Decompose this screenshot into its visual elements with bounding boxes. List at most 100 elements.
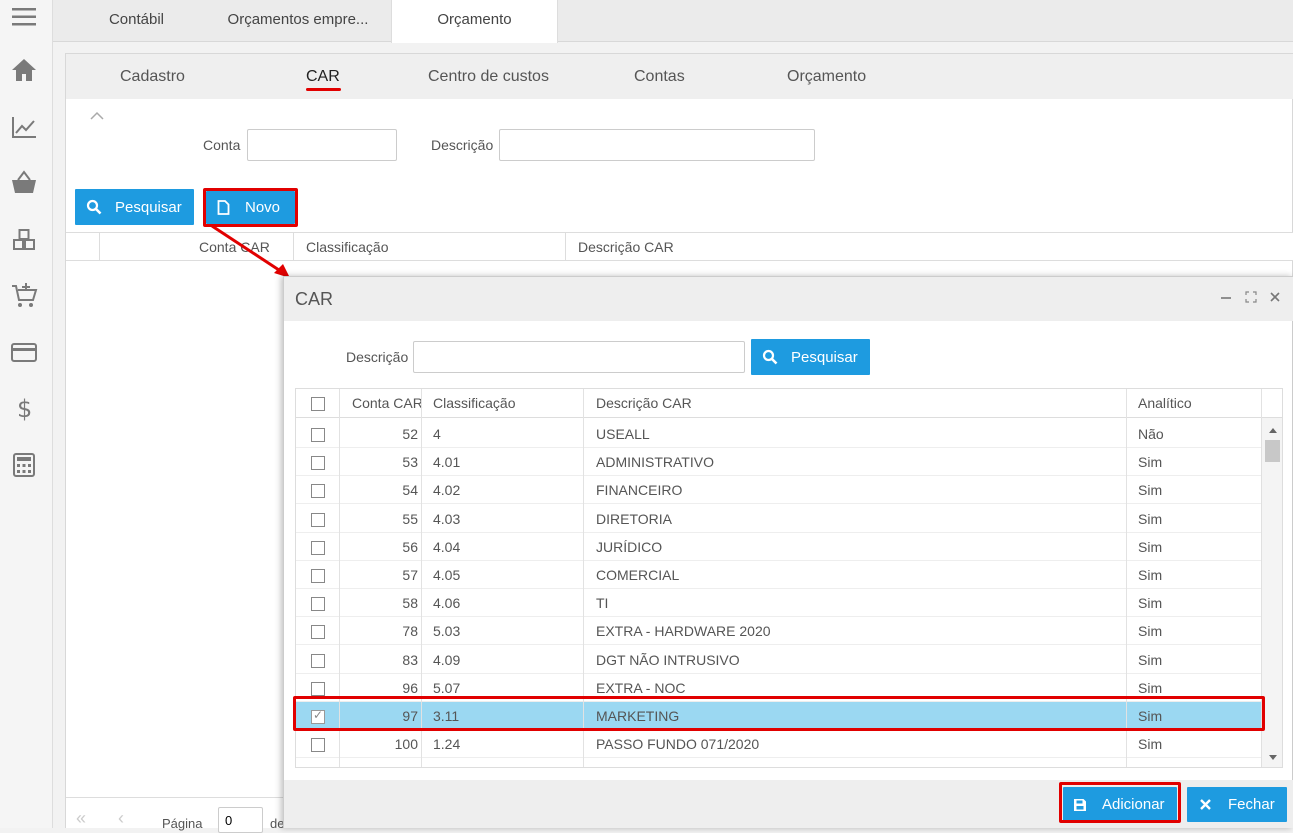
table-row[interactable]: 52 4 USEALL Não: [296, 420, 1261, 448]
dialog-descricao-input[interactable]: [413, 341, 745, 373]
cell-classificacao: 4: [433, 426, 441, 442]
cell-conta-car: 58: [402, 595, 418, 612]
page-input[interactable]: [218, 807, 263, 833]
cell-classificacao: 5.07: [433, 679, 461, 696]
basket-icon[interactable]: [9, 168, 39, 198]
scroll-up-icon[interactable]: [1268, 426, 1278, 434]
col-header-analitico[interactable]: Analítico: [1138, 395, 1192, 411]
boxes-icon[interactable]: [9, 225, 39, 255]
left-rail: $: [0, 0, 53, 828]
row-checkbox[interactable]: [311, 625, 325, 640]
credit-card-icon[interactable]: [9, 337, 39, 367]
table-row[interactable]: 57 4.05 COMERCIAL Sim: [296, 561, 1261, 589]
cell-descricao-car: USEALL: [596, 426, 650, 442]
subtab-contas[interactable]: Contas: [634, 68, 685, 86]
cell-conta-car: 83: [402, 651, 418, 668]
close-button[interactable]: Fechar: [1187, 787, 1287, 822]
cell-descricao-car: DGT NÃO INTRUSIVO: [596, 651, 740, 668]
dialog-search-button[interactable]: Pesquisar: [751, 339, 870, 375]
cell-analitico: Sim: [1138, 454, 1163, 471]
col-header-descricao-car[interactable]: Descrição CAR: [578, 239, 674, 255]
col-header-classificacao[interactable]: Classificação: [433, 395, 515, 411]
cell-conta-car: 53: [402, 454, 418, 471]
select-all-checkbox[interactable]: [311, 397, 325, 411]
row-checkbox[interactable]: [311, 540, 325, 555]
menu-icon[interactable]: [9, 2, 39, 32]
cell-classificacao: 4.02: [433, 482, 461, 499]
minimize-icon[interactable]: [1220, 290, 1232, 304]
grid-divider: [99, 233, 100, 261]
col-header-descricao-car[interactable]: Descrição CAR: [596, 395, 692, 411]
maximize-icon[interactable]: [1245, 290, 1257, 304]
conta-input[interactable]: [247, 129, 397, 161]
table-row[interactable]: 56 4.04 JURÍDICO Sim: [296, 533, 1261, 561]
tab-orcamento[interactable]: Orçamento: [391, 0, 558, 43]
col-header-classificacao[interactable]: Classificação: [306, 239, 388, 255]
row-checkbox[interactable]: [311, 569, 325, 583]
cell-descricao-car: ADMINISTRATIVO: [596, 454, 714, 471]
cell-classificacao: 4.04: [433, 538, 461, 555]
active-tab-underline: [306, 88, 341, 91]
cell-descricao-car: FINANCEIRO: [596, 482, 683, 499]
search-icon: [762, 349, 778, 365]
row-checkbox[interactable]: [311, 681, 325, 696]
chevron-up-icon[interactable]: [88, 108, 106, 122]
tab-orcamentos-empresa[interactable]: Orçamentos empre...: [213, 0, 383, 42]
grid-divider: [1261, 389, 1262, 418]
subtab-centro-de-custos[interactable]: Centro de custos: [428, 68, 549, 86]
tab-contabil[interactable]: Contábil: [73, 0, 200, 42]
close-button-label: Fechar: [1228, 796, 1275, 813]
cell-conta-car: 56: [402, 538, 418, 555]
table-row[interactable]: 53 4.01 ADMINISTRATIVO Sim: [296, 448, 1261, 477]
close-icon[interactable]: [1269, 290, 1281, 304]
cell-classificacao: 4.01: [433, 454, 461, 471]
first-page-icon[interactable]: «: [76, 808, 86, 829]
dialog-search-button-label: Pesquisar: [791, 348, 858, 366]
table-row[interactable]: 100 1.24 PASSO FUNDO 071/2020 Sim: [296, 730, 1261, 759]
row-checkbox[interactable]: [311, 456, 325, 471]
previous-page-icon[interactable]: ‹: [118, 808, 124, 829]
dialog-title: CAR: [295, 289, 334, 309]
subtab-car[interactable]: CAR: [306, 68, 340, 86]
row-divider: [296, 757, 1261, 759]
scroll-down-icon[interactable]: [1268, 754, 1278, 762]
table-row[interactable]: 78 5.03 EXTRA - HARDWARE 2020 Sim: [296, 617, 1261, 646]
chart-line-icon[interactable]: [9, 112, 39, 142]
cell-analitico: Sim: [1138, 510, 1163, 527]
descricao-label: Descrição: [431, 137, 494, 153]
row-checkbox[interactable]: [311, 484, 325, 499]
calculator-icon[interactable]: [9, 450, 39, 480]
search-button-label: Pesquisar: [115, 198, 182, 216]
table-header: Conta CAR Classificação Descrição CAR An…: [296, 389, 1282, 418]
row-checkbox[interactable]: [311, 738, 325, 753]
dollar-icon[interactable]: $: [9, 393, 39, 423]
scroll-thumb[interactable]: [1265, 440, 1280, 462]
subtab-cadastro[interactable]: Cadastro: [120, 68, 185, 86]
cell-conta-car: 55: [402, 510, 418, 527]
conta-label: Conta: [203, 137, 241, 153]
subtab-orcamento[interactable]: Orçamento: [787, 68, 866, 86]
cell-conta-car: 100: [394, 736, 418, 753]
cart-add-icon[interactable]: [9, 280, 39, 310]
pager: « ‹ Página de: [66, 797, 284, 833]
search-icon: [86, 199, 102, 215]
table-row[interactable]: 54 4.02 FINANCEIRO Sim: [296, 476, 1261, 505]
cell-descricao-car: JURÍDICO: [596, 538, 663, 555]
descricao-input[interactable]: [499, 129, 815, 161]
cell-analitico: Sim: [1138, 679, 1163, 696]
table-row[interactable]: 55 4.03 DIRETORIA Sim: [296, 505, 1261, 533]
col-header-conta-car[interactable]: Conta CAR: [352, 395, 423, 411]
table-row[interactable]: 58 4.06 TI Sim: [296, 589, 1261, 618]
row-checkbox[interactable]: [311, 512, 325, 527]
search-button[interactable]: Pesquisar: [75, 189, 194, 225]
cell-classificacao: 5.03: [433, 623, 461, 640]
page-label: Página: [162, 816, 203, 831]
highlight-add-button: [1059, 782, 1181, 823]
table-row[interactable]: 83 4.09 DGT NÃO INTRUSIVO Sim: [296, 646, 1261, 674]
row-checkbox[interactable]: [311, 653, 325, 668]
home-icon[interactable]: [9, 55, 39, 85]
top-tab-bar: Contábil Orçamentos empre... Orçamento: [53, 0, 1293, 43]
row-checkbox[interactable]: [311, 428, 325, 442]
svg-text:$: $: [17, 395, 32, 422]
row-checkbox[interactable]: [311, 597, 325, 612]
